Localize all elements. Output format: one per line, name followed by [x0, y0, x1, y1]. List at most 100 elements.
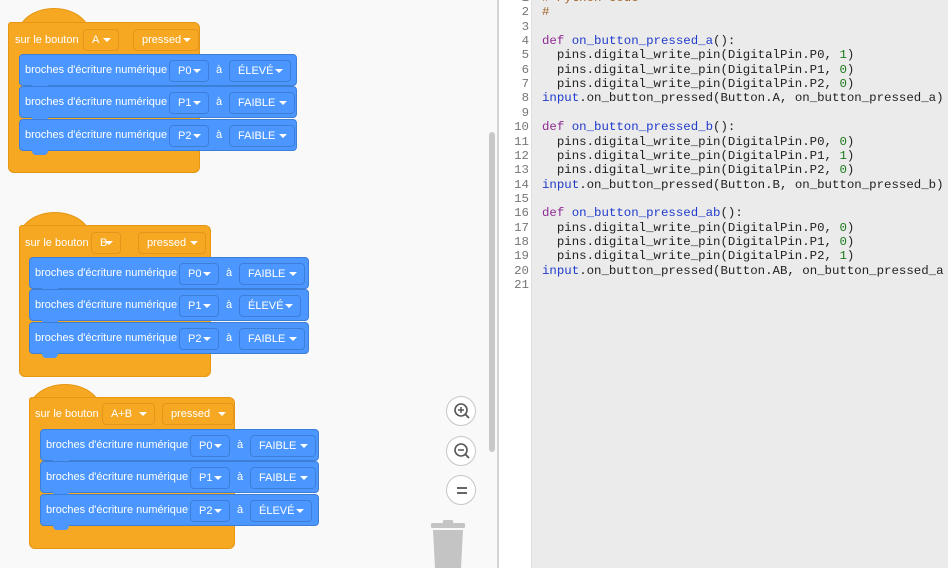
- code-line[interactable]: 15: [499, 192, 948, 206]
- line-number: 7: [521, 77, 529, 92]
- code-token: .on_button_pressed(Button.AB, on_button_…: [579, 263, 944, 278]
- chevron-down-icon: [300, 476, 308, 480]
- pin-value-dropdown[interactable]: ÉLEVÉ: [229, 60, 291, 82]
- pin-value-dropdown[interactable]: FAIBLE: [239, 328, 305, 350]
- chevron-down-icon: [203, 337, 211, 341]
- chevron-down-icon: [193, 101, 201, 105]
- line-number: 16: [514, 206, 529, 221]
- pin-value-dropdown[interactable]: FAIBLE: [239, 263, 305, 285]
- digital-write-pin-block[interactable]: broches d'écriture numérique P0 à ÉLEVÉ: [19, 54, 297, 90]
- code-line[interactable]: 20 input.on_button_pressed(Button.AB, on_…: [499, 264, 948, 278]
- pin-dropdown[interactable]: P1: [169, 92, 209, 114]
- code-line[interactable]: 3: [499, 20, 948, 34]
- chevron-down-icon: [300, 444, 308, 448]
- code-token: on_button_pressed_a: [571, 34, 714, 49]
- pin-dropdown[interactable]: P1: [179, 295, 219, 317]
- zoom-out-button[interactable]: [446, 436, 476, 466]
- digital-write-pin-block[interactable]: broches d'écriture numérique P1 à ÉLEVÉ: [29, 289, 309, 325]
- pin-dropdown[interactable]: P0: [179, 263, 219, 285]
- digital-write-pin-block[interactable]: broches d'écriture numérique P1 à FAIBLE: [40, 461, 319, 497]
- code-line[interactable]: 17 pins.digital_write_pin(DigitalPin.P0,…: [499, 221, 948, 235]
- digital-write-pin-block[interactable]: broches d'écriture numérique P0 à FAIBLE: [40, 429, 319, 465]
- chevron-down-icon: [296, 509, 304, 513]
- code-token: ): [846, 48, 855, 63]
- reset-zoom-icon: [457, 487, 467, 494]
- digital-write-pin-block[interactable]: broches d'écriture numérique P2 à FAIBLE: [29, 322, 309, 358]
- code-token: pins.digital_write_pin(DigitalPin.P1,: [542, 62, 840, 77]
- event-block-label: sur le bouton: [15, 34, 79, 46]
- code-line[interactable]: 9: [499, 106, 948, 120]
- button-selector-dropdown[interactable]: A+B: [102, 403, 155, 425]
- blocks-workspace[interactable]: sur le bouton Apressed broches d'écriture …: [0, 0, 497, 568]
- event-type-dropdown[interactable]: pressed: [133, 29, 199, 51]
- workspace-scrollbar[interactable]: [489, 132, 495, 452]
- code-token: pins.digital_write_pin(DigitalPin.P2,: [542, 163, 840, 178]
- pin-dropdown[interactable]: P2: [169, 125, 209, 147]
- code-token: ():: [713, 120, 736, 135]
- digital-write-pin-block[interactable]: broches d'écriture numérique P0 à FAIBLE: [29, 257, 309, 293]
- code-token: pins.digital_write_pin(DigitalPin.P1,: [542, 234, 840, 249]
- pin-dropdown[interactable]: P2: [179, 328, 219, 350]
- line-number: 12: [514, 148, 529, 163]
- digital-write-pin-block[interactable]: broches d'écriture numérique P2 à FAIBLE: [19, 119, 297, 155]
- code-line[interactable]: 8 input.on_button_pressed(Button.A, on_bu…: [499, 91, 948, 105]
- to-label: à: [237, 471, 244, 483]
- code-line[interactable]: 18 pins.digital_write_pin(DigitalPin.P1,…: [499, 235, 948, 249]
- line-number: 14: [514, 177, 529, 192]
- digital-write-pin-label: broches d'écriture numérique: [25, 129, 168, 141]
- code-line[interactable]: 1 # Python code: [499, 0, 948, 5]
- digital-write-pin-label: broches d'écriture numérique: [35, 299, 178, 311]
- code-line[interactable]: 16 def on_button_pressed_ab():: [499, 206, 948, 220]
- block-connector: [53, 524, 69, 530]
- trash-icon: [431, 520, 465, 568]
- code-text: pins.digital_write_pin(DigitalPin.P2, 0): [542, 163, 854, 177]
- digital-write-pin-block[interactable]: broches d'écriture numérique P2 à ÉLEVÉ: [40, 494, 319, 530]
- code-line[interactable]: 21: [499, 278, 948, 292]
- chevron-down-icon: [190, 241, 198, 245]
- digital-write-pin-block[interactable]: broches d'écriture numérique P1 à FAIBLE: [19, 86, 297, 122]
- code-line[interactable]: 7 pins.digital_write_pin(DigitalPin.P2, …: [499, 77, 948, 91]
- code-line[interactable]: 5 pins.digital_write_pin(DigitalPin.P0, …: [499, 48, 948, 62]
- pin-dropdown[interactable]: P0: [169, 60, 209, 82]
- line-number: 8: [521, 91, 529, 106]
- button-selector-dropdown[interactable]: A: [83, 29, 119, 51]
- pin-value-dropdown[interactable]: FAIBLE: [229, 125, 295, 147]
- code-token: def: [542, 120, 565, 135]
- event-type-dropdown[interactable]: pressed: [138, 232, 206, 254]
- pin-dropdown[interactable]: P1: [190, 467, 230, 489]
- code-token: pins.digital_write_pin(DigitalPin.P0,: [542, 220, 840, 235]
- line-number: 9: [521, 105, 529, 120]
- chevron-down-icon: [289, 337, 297, 341]
- reset-zoom-button[interactable]: [446, 475, 476, 505]
- chevron-down-icon: [105, 241, 113, 245]
- pin-dropdown[interactable]: P2: [190, 500, 230, 522]
- code-token: .on_button_pressed(Button.B, on_button_p…: [579, 177, 944, 192]
- line-number: 17: [514, 220, 529, 235]
- code-line[interactable]: 19 pins.digital_write_pin(DigitalPin.P2,…: [499, 249, 948, 263]
- code-line[interactable]: 6 pins.digital_write_pin(DigitalPin.P1, …: [499, 63, 948, 77]
- pin-value-dropdown[interactable]: FAIBLE: [250, 435, 316, 457]
- code-token: .on_button_pressed(Button.A, on_button_p…: [579, 91, 944, 106]
- pin-value-dropdown[interactable]: ÉLEVÉ: [250, 500, 312, 522]
- code-line[interactable]: 11 pins.digital_write_pin(DigitalPin.P0,…: [499, 135, 948, 149]
- event-type-dropdown[interactable]: pressed: [162, 403, 234, 425]
- code-line[interactable]: 13 pins.digital_write_pin(DigitalPin.P2,…: [499, 163, 948, 177]
- code-line[interactable]: 12 pins.digital_write_pin(DigitalPin.P1,…: [499, 149, 948, 163]
- code-token: # Python code: [542, 0, 639, 5]
- pin-value-dropdown[interactable]: FAIBLE: [229, 92, 295, 114]
- to-label: à: [237, 504, 244, 516]
- code-line[interactable]: 14 input.on_button_pressed(Button.B, on_b…: [499, 178, 948, 192]
- code-line[interactable]: 10 def on_button_pressed_b():: [499, 120, 948, 134]
- code-line[interactable]: 2 #: [499, 5, 948, 19]
- to-label: à: [216, 96, 223, 108]
- python-code-editor[interactable]: 1# Python code2#34def on_button_pressed_…: [499, 0, 948, 568]
- code-token: ): [846, 163, 855, 178]
- trash-can[interactable]: [431, 520, 465, 568]
- zoom-in-button[interactable]: [446, 396, 476, 426]
- pin-value-dropdown[interactable]: FAIBLE: [250, 467, 316, 489]
- pin-dropdown[interactable]: P0: [190, 435, 230, 457]
- button-selector-dropdown[interactable]: B: [91, 232, 121, 254]
- pin-value-dropdown[interactable]: ÉLEVÉ: [239, 295, 301, 317]
- code-line[interactable]: 4 def on_button_pressed_a():: [499, 34, 948, 48]
- chevron-down-icon: [203, 272, 211, 276]
